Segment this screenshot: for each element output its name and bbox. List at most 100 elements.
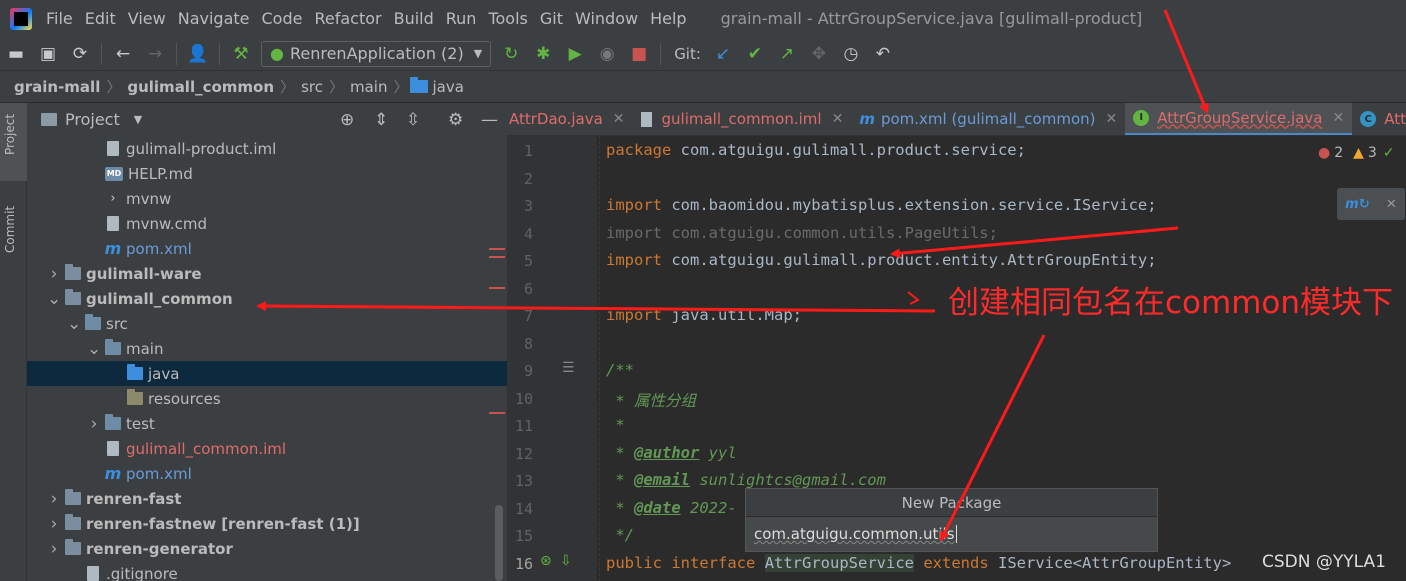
forward-arrow-icon[interactable]: → [142, 41, 168, 67]
save-all-icon[interactable]: ▣ [35, 41, 61, 67]
stop-icon[interactable]: ■ [626, 41, 652, 67]
run-coverage-icon[interactable]: ▶ [562, 41, 588, 67]
profiler-icon[interactable]: ◉ [594, 41, 620, 67]
breadcrumb-separator: 〉 [106, 78, 122, 96]
menu-item[interactable]: Run [440, 9, 483, 28]
tree-item[interactable]: resources [27, 386, 507, 411]
gear-icon[interactable]: ⚙ [448, 110, 463, 130]
menu-item[interactable]: Build [388, 9, 440, 28]
tree-item[interactable]: › renren-generator [27, 536, 507, 561]
chevron-down-icon[interactable]: ⌄ [47, 289, 61, 309]
rerun-icon[interactable]: ↻ [498, 41, 524, 67]
editor-tab[interactable]: gulimall_common.iml ✕ [633, 103, 852, 135]
editor-tab-active[interactable]: I AttrGroupService.java ✕ [1125, 103, 1353, 135]
git-push-icon[interactable]: ↗ [774, 41, 800, 67]
spring-bean-icon[interactable]: ⇩ [560, 553, 572, 569]
menu-item[interactable]: View [122, 9, 172, 28]
menu-item[interactable]: Window [569, 9, 644, 28]
sync-icon[interactable]: ⟳ [67, 41, 93, 67]
minimize-icon[interactable]: — [481, 110, 498, 130]
menu-item[interactable]: File [40, 9, 79, 28]
git-merge-icon[interactable]: ✥ [806, 41, 832, 67]
menu-item[interactable]: Tools [482, 9, 533, 28]
tree-item[interactable]: gulimall_common.iml [27, 436, 507, 461]
breadcrumb-item[interactable]: java [428, 78, 467, 96]
chevron-down-icon: ▼ [473, 47, 483, 60]
menu-item[interactable]: Code [256, 9, 309, 28]
chevron-right-icon[interactable]: › [87, 414, 101, 434]
tree-item[interactable]: .gitignore [27, 561, 507, 581]
close-icon[interactable]: ✕ [613, 111, 625, 127]
chevron-down-icon[interactable]: ▼ [134, 113, 142, 126]
chevron-right-icon[interactable]: › [47, 539, 61, 559]
close-icon[interactable]: ✕ [1386, 197, 1397, 212]
history-clock-icon[interactable]: ◷ [838, 41, 864, 67]
line-number: 5 [523, 252, 533, 270]
class-icon: C [1360, 111, 1377, 127]
tree-item-label: gulimall_common [86, 289, 233, 308]
breadcrumb-item[interactable]: grain-mall [0, 78, 104, 96]
menu-item[interactable]: Edit [79, 9, 122, 28]
user-icon[interactable]: 👤 [185, 41, 211, 67]
git-commit-check-icon[interactable]: ✔ [742, 41, 768, 67]
tree-item[interactable]: mvnw.cmd [27, 211, 507, 236]
tree-item[interactable]: › renren-fastnew [renren-fast (1)] [27, 511, 507, 536]
chevron-down-icon[interactable]: ⌄ [67, 314, 81, 334]
folder-shape [105, 414, 121, 430]
chevron-right-icon[interactable]: › [47, 264, 61, 284]
maven-reload-icon[interactable]: m↻ [1345, 197, 1369, 212]
menu-item[interactable]: Navigate [172, 9, 256, 28]
implemented-icon[interactable]: ⊛ [540, 553, 552, 569]
popup-title: New Package [746, 489, 1157, 517]
chevron-right-icon[interactable]: › [47, 514, 61, 534]
tree-item-label: test [126, 414, 155, 433]
project-panel-title[interactable]: Project [65, 110, 120, 129]
open-folder-icon[interactable]: ▬ [3, 41, 29, 67]
tree-item[interactable]: gulimall-product.iml [27, 136, 507, 161]
breadcrumb-item[interactable]: src [297, 78, 327, 96]
menu-item[interactable]: Help [644, 9, 692, 28]
git-update-icon[interactable]: ↙ [710, 41, 736, 67]
editor-tab[interactable]: AttrDao.java ✕ [507, 103, 633, 135]
rollback-icon[interactable]: ↶ [870, 41, 896, 67]
tree-item[interactable]: ⌄ main [27, 336, 507, 361]
tree-item[interactable]: › gulimall-ware [27, 261, 507, 286]
chevron-down-icon[interactable]: ⌄ [87, 339, 101, 359]
resources-folder-icon [127, 389, 143, 407]
git-label: Git: [674, 44, 701, 63]
expand-all-icon[interactable]: ⇕ [374, 110, 388, 130]
editor-tab[interactable]: m pom.xml (gulimall_common) ✕ [851, 103, 1125, 135]
tree-item[interactable]: m pom.xml [27, 236, 507, 261]
close-icon[interactable]: ✕ [1106, 111, 1118, 127]
inspection-widget[interactable]: ● 2 ▲ 3 ✓ [1318, 142, 1395, 164]
fold-doc-icon[interactable]: ☰ [562, 360, 575, 376]
tree-item[interactable]: MD HELP.md [27, 161, 507, 186]
close-icon[interactable]: ✕ [832, 111, 844, 127]
editor-tab[interactable]: C AttrG [1352, 103, 1406, 135]
build-hammer-icon[interactable]: ⚒ [228, 41, 254, 67]
tree-item[interactable]: ⌄ gulimall_common [27, 286, 507, 311]
menu-item[interactable]: Refactor [308, 9, 387, 28]
back-arrow-icon[interactable]: ← [110, 41, 136, 67]
tree-item[interactable]: › test [27, 411, 507, 436]
package-name-input[interactable]: com.atguigu.common.utils [746, 517, 1157, 551]
debug-bug-icon[interactable]: ✱ [530, 41, 556, 67]
maven-reload-hint[interactable]: m↻ ✕ [1337, 188, 1405, 220]
tree-item-label: src [106, 314, 128, 333]
project-tool-label[interactable]: Project [3, 114, 17, 155]
locate-target-icon[interactable]: ⊕ [340, 110, 354, 130]
breadcrumb-item[interactable]: main [346, 78, 391, 96]
tree-item[interactable]: › renren-fast [27, 486, 507, 511]
breadcrumb-item[interactable]: gulimall_common [123, 78, 278, 96]
tree-item[interactable]: ⌄ src [27, 311, 507, 336]
menu-item[interactable]: Git [534, 9, 569, 28]
collapse-all-icon[interactable]: ⇳ [406, 110, 420, 130]
tree-item[interactable]: m pom.xml [27, 461, 507, 486]
tree-item[interactable]: › mvnw [27, 186, 507, 211]
run-configuration-select[interactable]: ● RenrenApplication (2) ▼ [261, 40, 492, 67]
tree-item[interactable]: java [27, 361, 507, 386]
commit-tool-label[interactable]: Commit [3, 206, 17, 253]
code-line: public interface AttrGroupService extend… [606, 553, 1232, 572]
chevron-right-icon[interactable]: › [47, 489, 61, 509]
close-icon[interactable]: ✕ [1332, 110, 1344, 126]
